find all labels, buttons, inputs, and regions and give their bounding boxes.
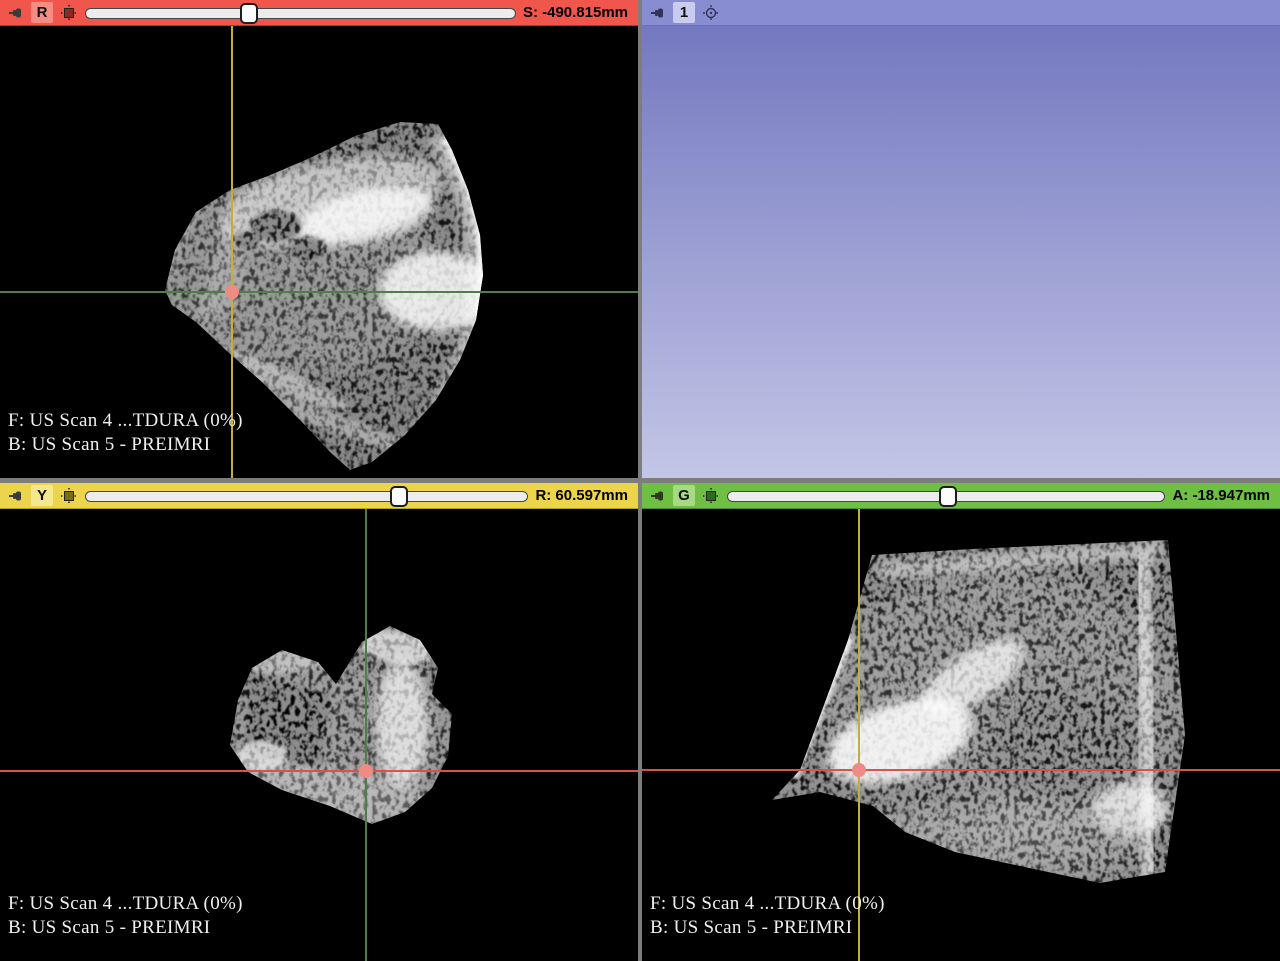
slicer-four-up-layout: R S: -490.815mm: [0, 0, 1280, 961]
red-view-label[interactable]: R: [31, 2, 53, 23]
layer-overlay-text: F: US Scan 4 ...TDURA (0%) B: US Scan 5 …: [8, 892, 243, 939]
crosshair-target-icon[interactable]: [702, 4, 720, 22]
red-slice-offset-slider[interactable]: [85, 2, 516, 24]
green-slice-offset-value: A: -18.947mm: [1172, 487, 1272, 504]
yellow-slice-viewport[interactable]: F: US Scan 4 ...TDURA (0%) B: US Scan 5 …: [0, 509, 638, 961]
layer-overlay-text: F: US Scan 4 ...TDURA (0%) B: US Scan 5 …: [650, 892, 885, 939]
yellow-slice-offset-slider[interactable]: [85, 485, 528, 507]
pin-icon[interactable]: [8, 488, 24, 504]
threed-pane: 1: [642, 0, 1280, 478]
background-layer-label: B: US Scan 5 - PREIMRI: [650, 916, 885, 940]
background-layer-label: B: US Scan 5 - PREIMRI: [8, 433, 243, 457]
red-slice-controller-bar: R S: -490.815mm: [0, 0, 638, 26]
layer-overlay-text: F: US Scan 4 ...TDURA (0%) B: US Scan 5 …: [8, 409, 243, 456]
slider-thumb[interactable]: [390, 486, 408, 507]
yellow-view-label[interactable]: Y: [31, 485, 53, 506]
green-slice-offset-slider[interactable]: [727, 485, 1165, 507]
foreground-layer-label: F: US Scan 4 ...TDURA (0%): [8, 892, 243, 916]
green-slice-controller-bar: G A: -18.947mm: [642, 483, 1280, 509]
yellow-slice-controller-bar: Y R: 60.597mm: [0, 483, 638, 509]
green-slice-intersection-line: [0, 291, 638, 293]
slider-thumb[interactable]: [939, 486, 957, 507]
green-slice-pane: G A: -18.947mm: [642, 483, 1280, 961]
yellow-slice-pane: Y R: 60.597mm: [0, 483, 638, 961]
pin-icon[interactable]: [8, 5, 24, 21]
threed-viewport[interactable]: [642, 26, 1280, 478]
slice-menu-icon[interactable]: [702, 487, 720, 505]
red-slice-offset-value: S: -490.815mm: [523, 4, 630, 21]
foreground-layer-label: F: US Scan 4 ...TDURA (0%): [650, 892, 885, 916]
threed-view-label[interactable]: 1: [673, 2, 695, 23]
green-slice-intersection-line: [365, 509, 367, 961]
red-slice-pane: R S: -490.815mm: [0, 0, 638, 478]
red-slice-viewport[interactable]: F: US Scan 4 ...TDURA (0%) B: US Scan 5 …: [0, 26, 638, 478]
red-slice-intersection-line: [0, 770, 638, 772]
slider-track[interactable]: [85, 491, 528, 502]
crosshair-dot[interactable]: [359, 764, 373, 778]
slider-track[interactable]: [85, 8, 516, 19]
foreground-layer-label: F: US Scan 4 ...TDURA (0%): [8, 409, 243, 433]
pin-icon[interactable]: [650, 5, 666, 21]
slice-menu-icon[interactable]: [60, 4, 78, 22]
slice-menu-icon[interactable]: [60, 487, 78, 505]
crosshair-dot[interactable]: [852, 763, 866, 777]
yellow-slice-offset-value: R: 60.597mm: [535, 487, 630, 504]
red-slice-intersection-line: [642, 769, 1280, 771]
threed-controller-bar: 1: [642, 0, 1280, 26]
crosshair-dot[interactable]: [225, 285, 239, 299]
green-view-label[interactable]: G: [673, 485, 695, 506]
slider-thumb[interactable]: [240, 3, 258, 24]
pin-icon[interactable]: [650, 488, 666, 504]
green-slice-viewport[interactable]: F: US Scan 4 ...TDURA (0%) B: US Scan 5 …: [642, 509, 1280, 961]
background-layer-label: B: US Scan 5 - PREIMRI: [8, 916, 243, 940]
